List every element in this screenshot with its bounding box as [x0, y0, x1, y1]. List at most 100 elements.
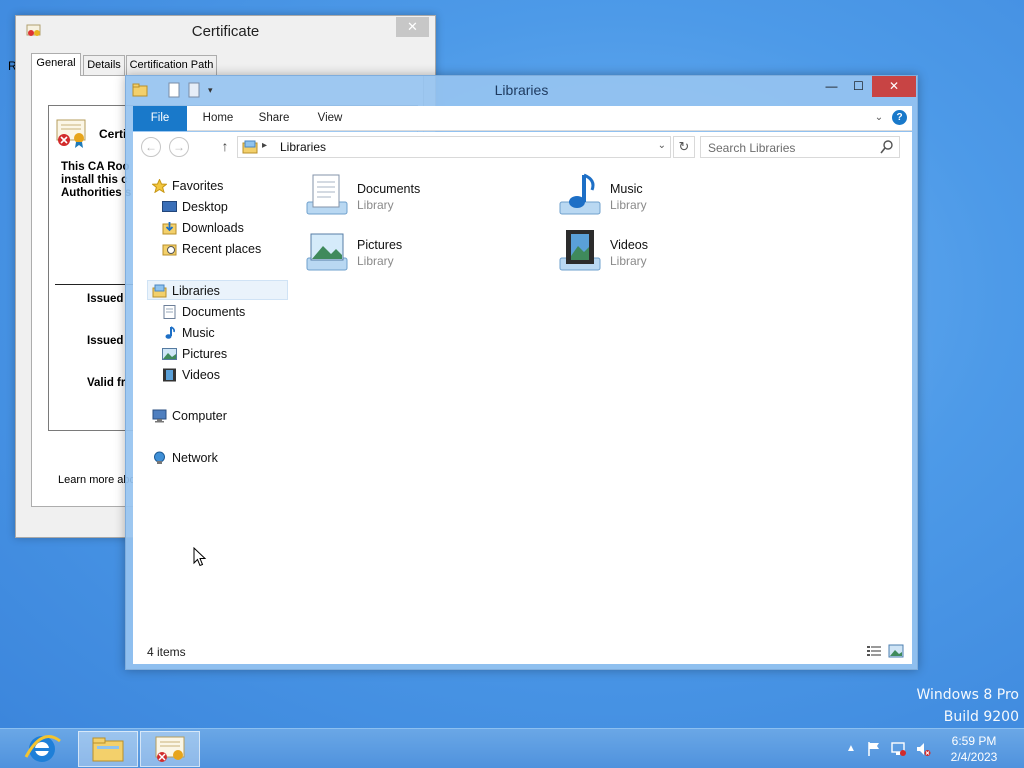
certificate-titlebar[interactable]: Certificate ✕: [16, 16, 435, 48]
tab-certification-path[interactable]: Certification Path: [126, 55, 217, 75]
nav-downloads-label: Downloads: [182, 221, 244, 235]
library-item-music[interactable]: Music Library: [556, 172, 796, 222]
library-item-type: Library: [357, 198, 394, 212]
pictures-library-icon: [306, 233, 348, 271]
large-icons-view-icon[interactable]: [888, 644, 904, 658]
library-item-documents[interactable]: Documents Library: [303, 172, 543, 222]
library-item-videos[interactable]: Videos Library: [556, 228, 796, 278]
tab-home[interactable]: Home: [193, 106, 243, 131]
nav-videos-label: Videos: [182, 368, 220, 382]
mouse-cursor-icon: [193, 547, 207, 567]
recent-places-icon: [162, 244, 177, 256]
nav-libraries[interactable]: Libraries: [147, 280, 288, 300]
issued-to-label: Issued: [87, 293, 124, 305]
clock-date: 2/4/2023: [950, 750, 998, 764]
library-item-name: Pictures: [357, 238, 403, 252]
address-dropdown-icon[interactable]: ⌄: [658, 140, 666, 151]
refresh-button[interactable]: ↻: [673, 136, 695, 158]
navigation-bar: ← → ↑ ▸ Libraries ⌄ ↻ Search Libraries: [133, 132, 912, 162]
library-item-name: Documents: [357, 182, 421, 196]
nav-documents[interactable]: Documents: [162, 302, 282, 322]
nav-documents-label: Documents: [182, 305, 246, 319]
watermark-edition: Windows 8 Pro: [916, 687, 1019, 703]
music-library-icon: [559, 173, 601, 215]
show-hidden-icons-chevron-icon[interactable]: ▲: [843, 741, 859, 757]
taskbar-internet-explorer[interactable]: [12, 731, 72, 767]
taskbar-certificate[interactable]: [140, 731, 200, 767]
navigation-pane: Favorites Desktop Downloads Recent place…: [133, 162, 293, 639]
close-button[interactable]: ✕: [872, 76, 916, 97]
nav-network-label: Network: [172, 451, 218, 465]
certificate-heading: Certi: [99, 127, 127, 141]
tab-view[interactable]: View: [305, 106, 355, 131]
search-input[interactable]: Search Libraries: [700, 136, 900, 158]
star-icon: [152, 179, 167, 193]
music-icon: [165, 326, 175, 339]
certificate-close-button[interactable]: ✕: [396, 17, 429, 37]
volume-muted-icon[interactable]: [915, 741, 931, 757]
nav-downloads[interactable]: Downloads: [162, 218, 282, 238]
nav-libraries-label: Libraries: [172, 284, 220, 298]
nav-music[interactable]: Music: [162, 323, 282, 343]
desktop-icon: [162, 201, 177, 212]
nav-pictures-label: Pictures: [182, 347, 228, 361]
minimize-button[interactable]: —: [818, 76, 845, 97]
up-button[interactable]: ↑: [217, 138, 233, 154]
library-item-name: Videos: [610, 238, 648, 252]
nav-computer[interactable]: Computer: [152, 406, 282, 426]
address-bar[interactable]: ▸ Libraries ⌄: [237, 136, 671, 158]
nav-desktop-label: Desktop: [182, 200, 228, 214]
tab-file[interactable]: File: [133, 106, 187, 131]
ribbon-tabs: File Home Share View ⌄ ?: [133, 106, 912, 131]
nav-pictures[interactable]: Pictures: [162, 344, 282, 364]
breadcrumb-separator-icon[interactable]: ▸: [262, 140, 267, 151]
back-button[interactable]: ←: [141, 137, 161, 157]
item-count: 4 items: [147, 645, 186, 659]
breadcrumb-libraries[interactable]: Libraries: [280, 140, 326, 154]
system-clock[interactable]: 6:59 PM 2/4/2023: [945, 733, 1003, 765]
tab-details[interactable]: Details: [83, 55, 125, 75]
certificate-icon: [155, 736, 185, 762]
file-explorer-icon: [92, 737, 124, 762]
nav-favorites[interactable]: Favorites: [152, 176, 282, 196]
nav-network[interactable]: Network: [152, 448, 282, 468]
valid-from-label: Valid fr: [87, 377, 126, 389]
maximize-button[interactable]: ☐: [845, 76, 872, 97]
videos-library-icon: [559, 230, 601, 271]
help-icon[interactable]: ?: [892, 110, 907, 125]
tab-share[interactable]: Share: [249, 106, 299, 131]
forward-button[interactable]: →: [169, 137, 189, 157]
pictures-icon: [162, 348, 177, 360]
network-status-icon[interactable]: [891, 741, 907, 757]
taskbar: ▲ 6:59 PM 2/4/2023: [0, 728, 1024, 768]
desktop: R Windows 8 Pro Build 9200 Certificate ✕…: [0, 0, 1024, 728]
libraries-icon: [242, 140, 258, 154]
status-bar: 4 items: [133, 639, 912, 664]
library-item-type: Library: [610, 254, 647, 268]
internet-explorer-icon: [24, 735, 61, 762]
taskbar-file-explorer[interactable]: [78, 731, 138, 767]
explorer-content: Favorites Desktop Downloads Recent place…: [133, 162, 912, 639]
nav-recent-places[interactable]: Recent places: [162, 239, 282, 259]
explorer-title: Libraries: [494, 82, 549, 98]
libraries-window[interactable]: ▾ Libraries — ☐ ✕ File Home Share View ⌄…: [125, 75, 918, 670]
library-item-type: Library: [357, 254, 394, 268]
action-center-flag-icon[interactable]: [866, 741, 882, 757]
nav-videos[interactable]: Videos: [162, 365, 282, 385]
nav-desktop[interactable]: Desktop: [162, 197, 282, 217]
certificate-error-icon: [56, 119, 86, 148]
documents-icon: [163, 305, 176, 319]
expand-ribbon-chevron-icon[interactable]: ⌄: [872, 111, 886, 125]
library-item-type: Library: [610, 198, 647, 212]
windows-watermark: Windows 8 Pro Build 9200: [916, 684, 1019, 728]
watermark-build: Build 9200: [943, 709, 1019, 725]
issued-by-label: Issued: [87, 335, 124, 347]
computer-icon: [152, 409, 167, 423]
search-placeholder: Search Libraries: [708, 141, 796, 155]
search-icon[interactable]: [880, 140, 893, 154]
nav-computer-label: Computer: [172, 409, 227, 423]
details-view-icon[interactable]: [866, 644, 882, 658]
library-item-pictures[interactable]: Pictures Library: [303, 228, 543, 278]
tab-general[interactable]: General: [31, 53, 81, 76]
videos-icon: [163, 368, 176, 382]
